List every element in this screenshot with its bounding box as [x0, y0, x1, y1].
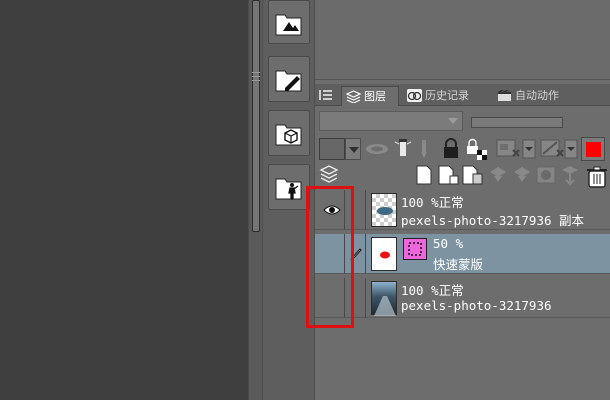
- layer-opacity-mode: 50 %: [433, 236, 464, 251]
- chevron-down-icon: [345, 138, 361, 160]
- figure-folder-button[interactable]: [268, 164, 310, 210]
- tab-history[interactable]: 历史记录: [403, 86, 489, 106]
- brush-lock-icon[interactable]: [417, 138, 431, 160]
- layer-row[interactable]: 100 %正常 pexels-photo-3217936 副本: [315, 190, 610, 230]
- lock-transparency-icon[interactable]: [365, 138, 391, 160]
- new-vector-layer-icon[interactable]: [437, 164, 459, 186]
- 3d-folder-button[interactable]: [268, 110, 310, 156]
- selection-mask-icon: [408, 242, 422, 256]
- layer-row-selected[interactable]: 50 % 快速蒙版: [315, 234, 610, 274]
- tab-layers-label: 图层: [364, 90, 386, 103]
- blend-mode-dropdown[interactable]: [319, 111, 463, 131]
- layer-name: pexels-photo-3217936 副本: [401, 213, 585, 228]
- layer-color-mode-dropdown[interactable]: [319, 138, 361, 160]
- layer-preview-shape: [374, 296, 396, 316]
- trash-icon[interactable]: [585, 164, 609, 188]
- upper-panel: [314, 0, 610, 80]
- tab-history-label: 历史记录: [425, 89, 469, 102]
- layer-opacity-mode: 100 %正常: [401, 283, 464, 298]
- create-mask-icon[interactable]: [535, 164, 557, 186]
- image-folder-icon: [275, 14, 302, 36]
- layer-name: 快速蒙版: [433, 257, 484, 272]
- cube-folder-icon: [275, 124, 302, 146]
- canvas-area[interactable]: [0, 0, 248, 400]
- image-folder-button[interactable]: [268, 0, 310, 44]
- layer-thumbnail: [371, 193, 397, 227]
- layer-name: pexels-photo-3217936: [401, 298, 552, 313]
- layer-preview-shape: [377, 207, 393, 215]
- layers-panel-icon: [319, 165, 339, 183]
- chevron-down-icon: [448, 118, 458, 124]
- mask-thumbnail[interactable]: [403, 238, 427, 260]
- lock-transparent-pixels-icon[interactable]: [465, 138, 489, 160]
- layer-list: 100 %正常 pexels-photo-3217936 副本 50 % 快速蒙…: [315, 190, 610, 400]
- panel-menu-icon[interactable]: [319, 88, 333, 102]
- brush-folder-icon: [275, 70, 302, 92]
- layer-thumbnail: [371, 281, 397, 316]
- history-icon: [407, 89, 422, 102]
- tab-auto-action-label: 自动动作: [515, 89, 559, 102]
- layer-preview-shape: [380, 251, 390, 259]
- new-raster-layer-icon[interactable]: [415, 164, 433, 186]
- figure-folder-icon: [275, 178, 302, 200]
- auto-action-icon: [498, 90, 511, 101]
- tab-layers[interactable]: 图层: [341, 86, 399, 106]
- clip-to-layer-icon[interactable]: [495, 138, 537, 160]
- layer-opacity-mode: 100 %正常: [401, 195, 464, 210]
- apply-mask-icon[interactable]: [559, 164, 581, 186]
- canvas-vertical-scrollbar[interactable]: [248, 0, 262, 400]
- new-layer-folder-icon[interactable]: [461, 164, 483, 186]
- color-swatch: [319, 138, 345, 160]
- opacity-slider[interactable]: [471, 117, 563, 128]
- ruler-clip-icon[interactable]: [539, 138, 579, 160]
- transfer-down-icon[interactable]: [487, 164, 509, 186]
- scrollbar-thumb[interactable]: [252, 0, 260, 232]
- layer-row[interactable]: 100 %正常 pexels-photo-3217936: [315, 278, 610, 318]
- merge-down-icon[interactable]: [511, 164, 533, 186]
- brush-folder-button[interactable]: [268, 56, 310, 102]
- annotation-highlight-box: [306, 186, 354, 328]
- layer-color-button[interactable]: [581, 137, 605, 161]
- reference-layer-icon[interactable]: [393, 138, 413, 160]
- layer-panel: 图层 历史记录 自动动作 100 %正常 pexels-photo-321793…: [314, 80, 610, 400]
- layer-thumbnail: [371, 237, 397, 271]
- tab-auto-action[interactable]: 自动动作: [493, 86, 579, 106]
- layers-icon: [346, 90, 361, 103]
- panel-tab-bar: 图层 历史记录 自动动作: [315, 84, 610, 106]
- lock-layer-icon[interactable]: [441, 138, 461, 160]
- red-swatch: [586, 142, 601, 157]
- grip-icon: [252, 72, 260, 81]
